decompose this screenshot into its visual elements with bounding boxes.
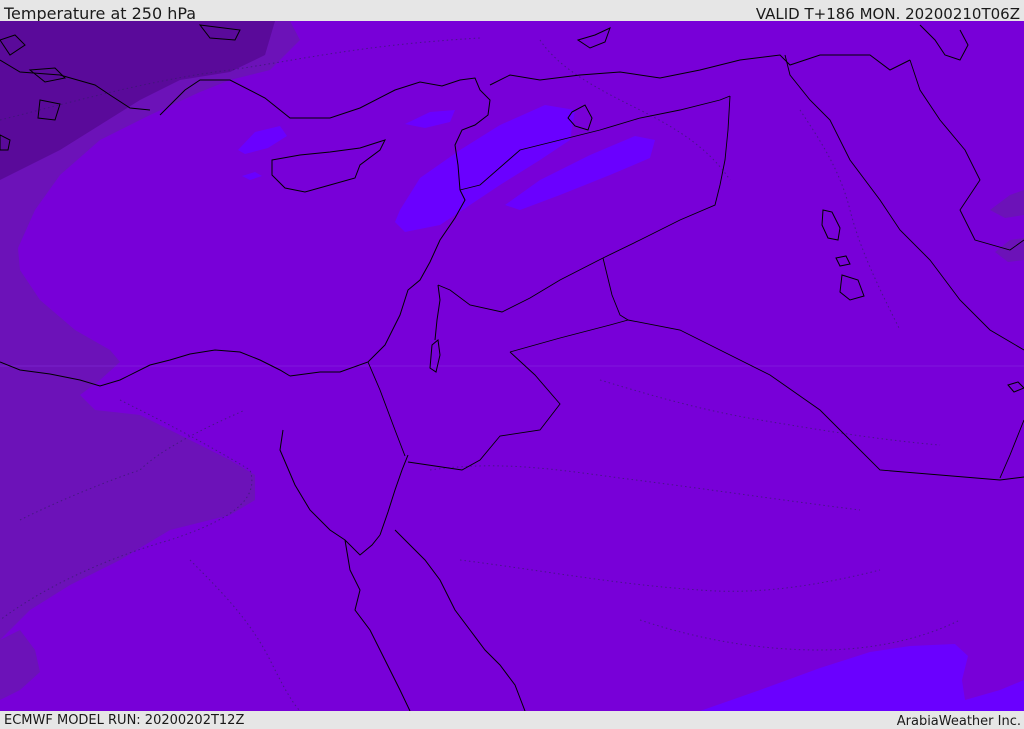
- map-canvas: [0, 21, 1024, 711]
- temperature-map: [0, 21, 1024, 711]
- footer-bar: ECMWF MODEL RUN: 20200202T12Z ArabiaWeat…: [0, 711, 1024, 729]
- weather-map-page: Temperature at 250 hPa VALID T+186 MON. …: [0, 0, 1024, 729]
- header-bar: Temperature at 250 hPa VALID T+186 MON. …: [0, 0, 1024, 23]
- credit-label: ArabiaWeather Inc.: [896, 714, 1021, 729]
- model-run-label: ECMWF MODEL RUN: 20200202T12Z: [4, 713, 245, 728]
